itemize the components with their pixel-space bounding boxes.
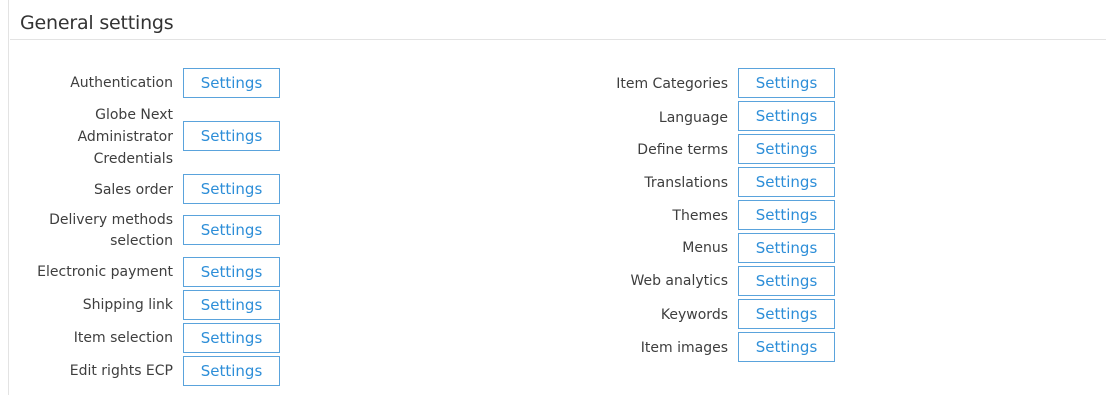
setting-label-item-images: Item images xyxy=(640,340,728,356)
setting-label-define-terms: Define terms xyxy=(637,142,728,158)
setting-label-themes: Themes xyxy=(672,208,728,224)
setting-label-menus: Menus xyxy=(682,240,728,256)
setting-label-item-categories: Item Categories xyxy=(616,76,728,92)
setting-label-keywords: Keywords xyxy=(660,307,728,323)
keywords-settings-button[interactable]: Settings xyxy=(738,299,835,329)
setting-label-language: Language xyxy=(658,110,728,126)
item-categories-settings-button[interactable]: Settings xyxy=(738,68,835,98)
setting-label-translations: Translations xyxy=(644,175,728,191)
menus-settings-button[interactable]: Settings xyxy=(738,233,835,263)
translations-settings-button[interactable]: Settings xyxy=(738,167,835,197)
themes-settings-button[interactable]: Settings xyxy=(738,200,835,230)
web-analytics-settings-button[interactable]: Settings xyxy=(738,266,835,296)
right-settings-column: Item Categories Settings Language Settin… xyxy=(0,0,1106,395)
setting-label-web-analytics: Web analytics xyxy=(630,273,728,289)
language-settings-button[interactable]: Settings xyxy=(738,101,835,131)
define-terms-settings-button[interactable]: Settings xyxy=(738,134,835,164)
item-images-settings-button[interactable]: Settings xyxy=(738,332,835,362)
